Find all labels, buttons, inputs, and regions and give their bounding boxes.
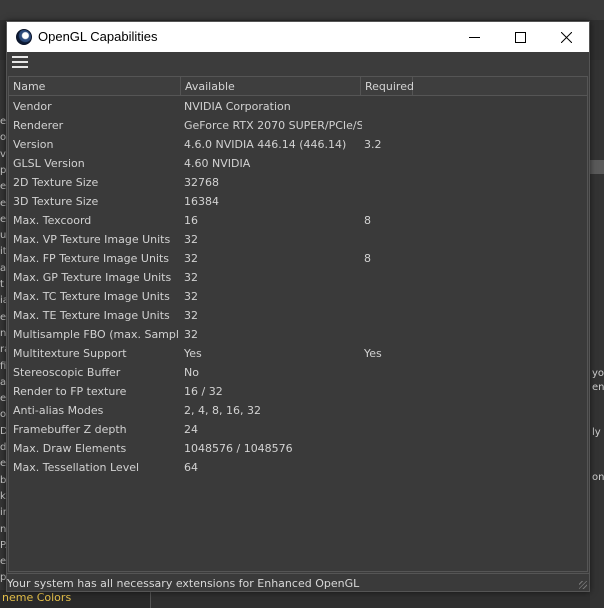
table-row[interactable]: Framebuffer Z depth 24: [9, 420, 587, 439]
cell-name: Renderer: [13, 119, 64, 132]
table-row[interactable]: Max. TC Texture Image Units 32: [9, 287, 587, 306]
cell-available: 1048576 / 1048576: [184, 442, 293, 455]
table-row[interactable]: Anti-alias Modes 2, 4, 8, 16, 32: [9, 401, 587, 420]
cell-name: Max. Texcoord: [13, 214, 92, 227]
cell-name: Max. GP Texture Image Units: [13, 271, 172, 284]
cell-name: Multitexture Support: [13, 347, 127, 360]
background-theme-colors-label[interactable]: neme Colors: [2, 591, 71, 604]
background-right-text: yo: [592, 368, 604, 379]
cell-name: Max. TE Texture Image Units: [13, 309, 170, 322]
maximize-icon: [514, 31, 526, 43]
minimize-icon: [468, 36, 480, 38]
table-row[interactable]: Version 4.6.0 NVIDIA 446.14 (446.14) 3.2: [9, 135, 587, 154]
close-icon: [560, 31, 572, 43]
cell-name: Anti-alias Modes: [13, 404, 104, 417]
column-header-available[interactable]: Available: [181, 77, 361, 96]
background-right-panel: [590, 60, 604, 608]
table-row[interactable]: Max. Tessellation Level 64: [9, 458, 587, 477]
cell-available: No: [184, 366, 199, 379]
cell-name: 3D Texture Size: [13, 195, 99, 208]
cell-name: Stereoscopic Buffer: [13, 366, 121, 379]
cell-available: 32: [184, 271, 198, 284]
cell-available: Yes: [184, 347, 202, 360]
cell-name: Max. TC Texture Image Units: [13, 290, 170, 303]
background-right-text: on.: [592, 472, 604, 483]
cell-name: Max. Draw Elements: [13, 442, 127, 455]
table-row[interactable]: Render to FP texture 16 / 32: [9, 382, 587, 401]
cell-name: Multisample FBO (max. Samples): [13, 328, 179, 341]
cell-name: Max. Tessellation Level: [13, 461, 140, 474]
resize-grip[interactable]: [579, 581, 587, 589]
cell-available: 16: [184, 214, 198, 227]
status-message: Your system has all necessary extensions…: [7, 577, 360, 590]
cell-available: NVIDIA Corporation: [184, 100, 291, 113]
background-divider: [150, 590, 151, 608]
cell-available: 2, 4, 8, 16, 32: [184, 404, 261, 417]
cell-available: 32: [184, 290, 198, 303]
minimize-button[interactable]: [451, 22, 497, 52]
cell-name: 2D Texture Size: [13, 176, 99, 189]
table-row[interactable]: Stereoscopic Buffer No: [9, 363, 587, 382]
status-bar: Your system has all necessary extensions…: [7, 573, 589, 591]
cell-name: Render to FP texture: [13, 385, 127, 398]
cell-available: 32: [184, 328, 198, 341]
cell-available: 64: [184, 461, 198, 474]
cell-required: 3.2: [364, 138, 382, 151]
table-row[interactable]: 3D Texture Size 16384: [9, 192, 587, 211]
column-header-name[interactable]: Name: [9, 77, 181, 96]
table-row[interactable]: Max. Draw Elements 1048576 / 1048576: [9, 439, 587, 458]
table-row[interactable]: Max. Texcoord 16 8: [9, 211, 587, 230]
cell-available: 32: [184, 233, 198, 246]
background-right-text: ly: [592, 427, 601, 438]
opengl-capabilities-window: OpenGL Capabilities Name Available Requi…: [6, 21, 590, 592]
cell-available: 32: [184, 309, 198, 322]
table-row[interactable]: Max. GP Texture Image Units 32: [9, 268, 587, 287]
window-titlebar[interactable]: OpenGL Capabilities: [7, 22, 589, 52]
table-row[interactable]: Max. TE Texture Image Units 32: [9, 306, 587, 325]
capabilities-table: Name Available Required Vendor NVIDIA Cor…: [8, 76, 588, 572]
table-row[interactable]: GLSL Version 4.60 NVIDIA: [9, 154, 587, 173]
cell-available: 32: [184, 252, 198, 265]
background-right-text: en: [592, 382, 604, 393]
cell-required: 8: [364, 252, 371, 265]
maximize-button[interactable]: [497, 22, 543, 52]
table-row[interactable]: Vendor NVIDIA Corporation: [9, 97, 587, 116]
menu-bar: [7, 52, 589, 74]
table-body: Vendor NVIDIA Corporation Renderer GeForce …: [9, 97, 587, 477]
cell-name: Vendor: [13, 100, 52, 113]
window-title: OpenGL Capabilities: [38, 29, 158, 44]
hamburger-menu-icon[interactable]: [12, 56, 28, 69]
cell-required: 8: [364, 214, 371, 227]
background-topbar: [0, 0, 604, 20]
table-row[interactable]: 2D Texture Size 32768: [9, 173, 587, 192]
cell-name: GLSL Version: [13, 157, 85, 170]
cell-required: Yes: [364, 347, 382, 360]
cell-name: Max. VP Texture Image Units: [13, 233, 171, 246]
table-row[interactable]: Max. FP Texture Image Units 32 8: [9, 249, 587, 268]
cell-available: 4.6.0 NVIDIA 446.14 (446.14): [184, 138, 347, 151]
cinema4d-app-icon: [16, 29, 32, 45]
cell-available: 32768: [184, 176, 219, 189]
table-row[interactable]: Multisample FBO (max. Samples) 32: [9, 325, 587, 344]
cell-name: Framebuffer Z depth: [13, 423, 127, 436]
cell-available: 24: [184, 423, 198, 436]
cell-available: 16 / 32: [184, 385, 223, 398]
column-header-required[interactable]: Required: [361, 77, 414, 96]
table-row[interactable]: Max. VP Texture Image Units 32: [9, 230, 587, 249]
close-button[interactable]: [543, 22, 589, 52]
cell-available: 16384: [184, 195, 219, 208]
cell-available: GeForce RTX 2070 SUPER/PCIe/SSE2: [184, 119, 362, 132]
cell-available: 4.60 NVIDIA: [184, 157, 251, 170]
background-right-block: [590, 160, 604, 174]
table-row[interactable]: Renderer GeForce RTX 2070 SUPER/PCIe/SSE2: [9, 116, 587, 135]
cell-name: Max. FP Texture Image Units: [13, 252, 170, 265]
table-header: Name Available Required: [9, 77, 587, 96]
cell-name: Version: [13, 138, 54, 151]
table-row[interactable]: Multitexture Support Yes Yes: [9, 344, 587, 363]
